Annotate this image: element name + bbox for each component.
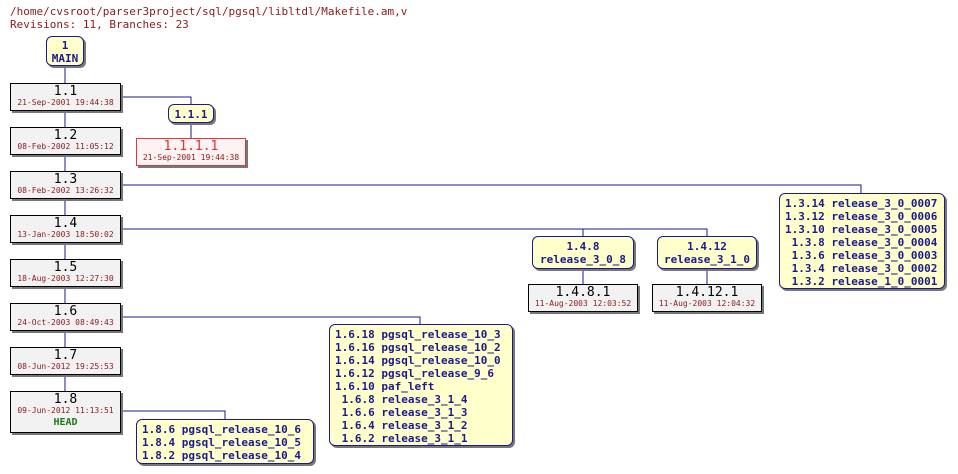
tag-item: 1.8.4 pgsql_release_10_5 xyxy=(142,436,301,449)
revision-number: 1.6 xyxy=(53,304,78,319)
branch-name: release_3_1_0 xyxy=(663,253,751,266)
tag-item: 1.3.10 release_3_0_0005 xyxy=(785,223,938,236)
revision-1-4-8-1[interactable]: 1.4.8.1 11-Aug-2003 12:03:52 xyxy=(528,284,638,312)
revision-1-4-12-1[interactable]: 1.4.12.1 11-Aug-2003 12:04:32 xyxy=(652,284,762,312)
tag-list-1-8[interactable]: 1.8.6 pgsql_release_10_6 1.8.4 pgsql_rel… xyxy=(136,419,314,464)
tag-item: 1.8.6 pgsql_release_10_6 xyxy=(142,423,301,436)
revision-1-2[interactable]: 1.2 08-Feb-2002 11:05:12 xyxy=(10,127,121,155)
branch-name: release_3_0_8 xyxy=(539,253,627,266)
main-branch-number: 1 xyxy=(61,39,69,52)
tag-item: 1.6.16 pgsql_release_10_2 xyxy=(335,341,501,354)
tag-item: 1.6.10 paf_left xyxy=(335,380,435,393)
revision-date: 08-Feb-2002 13:26:32 xyxy=(17,186,114,195)
tag-item: 1.6.18 pgsql_release_10_3 xyxy=(335,328,501,341)
branch-number: 1.4.8 xyxy=(566,240,600,253)
revision-1-5[interactable]: 1.5 18-Aug-2003 12:27:30 xyxy=(10,259,121,287)
revision-date: 11-Aug-2003 12:04:32 xyxy=(658,299,756,308)
branch-line-1-4-12 xyxy=(121,228,708,236)
revision-1-1-1-1[interactable]: 1.1.1.1 21-Sep-2001 19:44:38 xyxy=(136,138,246,166)
tag-item: 1.6.8 release_3_1_4 xyxy=(335,393,468,406)
tag-item: 1.3.14 release_3_0_0007 xyxy=(785,197,938,210)
revision-date: 21-Sep-2001 19:44:38 xyxy=(17,98,114,107)
branch-line-1-6 xyxy=(121,316,421,324)
revision-number: 1.3 xyxy=(53,172,78,187)
branch-number: 1.4.12 xyxy=(687,240,727,253)
branch-label: 1.1.1 xyxy=(174,108,208,121)
revision-number: 1.4.8.1 xyxy=(555,285,611,300)
revision-date: 08-Jun-2012 19:25:53 xyxy=(17,362,114,371)
revision-date: 21-Sep-2001 19:44:38 xyxy=(142,153,240,162)
revision-number: 1.1.1.1 xyxy=(163,139,219,154)
tag-list-1-3[interactable]: 1.3.14 release_3_0_0007 1.3.12 release_3… xyxy=(779,193,945,289)
revision-1-4[interactable]: 1.4 13-Jan-2003 18:50:02 xyxy=(10,215,121,243)
revision-1-3[interactable]: 1.3 08-Feb-2002 13:26:32 xyxy=(10,171,121,199)
tag-list-1-6[interactable]: 1.6.18 pgsql_release_10_3 1.6.16 pgsql_r… xyxy=(329,324,513,446)
tag-item: 1.6.2 release_3_1_1 xyxy=(335,432,468,445)
branch-line-1-1 xyxy=(121,96,192,104)
revision-date: 11-Aug-2003 12:03:52 xyxy=(534,299,632,308)
revision-1-1[interactable]: 1.1 21-Sep-2001 19:44:38 xyxy=(10,83,121,111)
tag-item: 1.6.14 pgsql_release_10_0 xyxy=(335,354,501,367)
branch-1-4-8[interactable]: 1.4.8 release_3_0_8 xyxy=(532,236,634,269)
revision-number: 1.1 xyxy=(53,84,78,99)
tag-item: 1.3.12 release_3_0_0006 xyxy=(785,210,938,223)
main-branch-box[interactable]: 1 MAIN xyxy=(46,36,84,66)
tag-item: 1.8.2 pgsql_release_10_4 xyxy=(142,449,301,462)
tag-item: 1.3.2 release_1_0_0001 xyxy=(785,275,938,288)
branch-1-4-12[interactable]: 1.4.12 release_3_1_0 xyxy=(657,236,757,269)
head-tag: HEAD xyxy=(53,417,78,428)
revision-number: 1.5 xyxy=(53,260,78,275)
tag-item: 1.6.12 pgsql_release_9_6 xyxy=(335,367,494,380)
branch-line-1-3 xyxy=(121,184,862,193)
revision-date: 08-Feb-2002 11:05:12 xyxy=(17,142,114,151)
branch-line-1-8 xyxy=(121,410,226,419)
revision-1-7[interactable]: 1.7 08-Jun-2012 19:25:53 xyxy=(10,347,121,375)
revision-number: 1.4.12.1 xyxy=(675,285,739,300)
revision-1-8[interactable]: 1.8 09-Jun-2012 11:13:51 HEAD xyxy=(10,391,121,433)
main-branch-name: MAIN xyxy=(51,52,79,65)
revision-number: 1.4 xyxy=(53,216,78,231)
tag-item: 1.3.8 release_3_0_0004 xyxy=(785,236,938,249)
tag-item: 1.3.4 release_3_0_0002 xyxy=(785,262,938,275)
revision-number: 1.2 xyxy=(53,128,78,143)
revision-date: 18-Aug-2003 12:27:30 xyxy=(17,274,114,283)
revision-number: 1.7 xyxy=(53,348,78,363)
revision-date: 13-Jan-2003 18:50:02 xyxy=(17,230,114,239)
tag-item: 1.3.6 release_3_0_0003 xyxy=(785,249,938,262)
tag-item: 1.6.6 release_3_1_3 xyxy=(335,406,468,419)
revision-date: 24-Oct-2003 08:49:43 xyxy=(17,318,114,327)
tag-item: 1.6.4 release_3_1_2 xyxy=(335,419,468,432)
revision-date: 09-Jun-2012 11:13:51 xyxy=(17,406,114,415)
revision-1-6[interactable]: 1.6 24-Oct-2003 08:49:43 xyxy=(10,303,121,331)
revision-number: 1.8 xyxy=(53,392,78,407)
branch-1-1-1[interactable]: 1.1.1 xyxy=(168,104,214,123)
